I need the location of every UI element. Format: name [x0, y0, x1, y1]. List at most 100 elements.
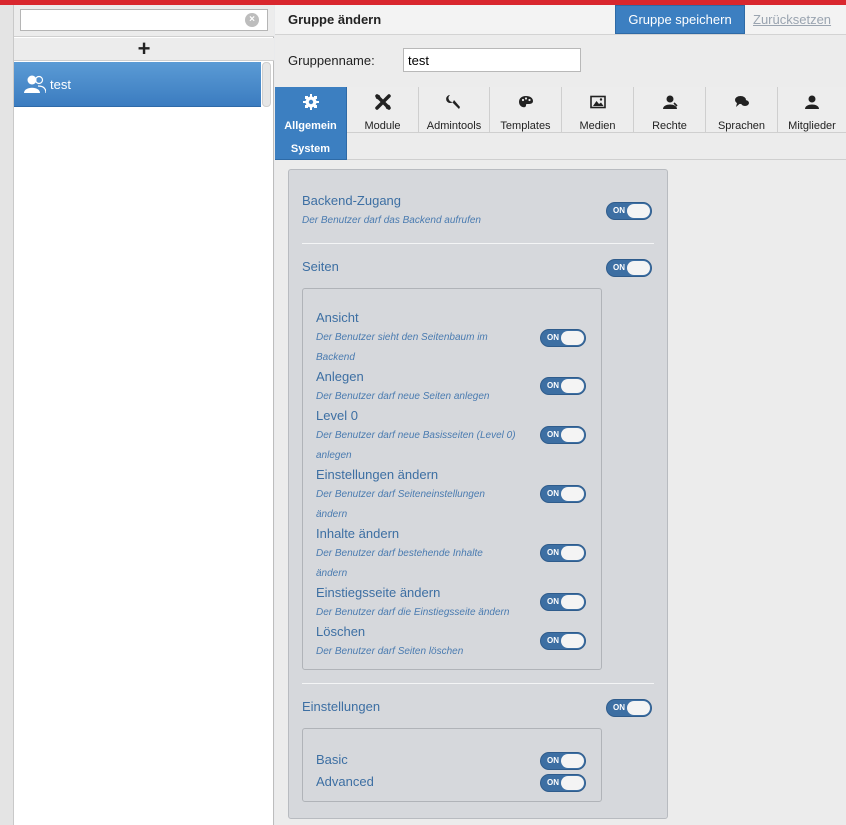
- sidebar-scrollbar[interactable]: [262, 62, 271, 107]
- main-content: Gruppe ändern Gruppe speichern Zurückset…: [275, 5, 846, 825]
- clear-search-icon[interactable]: ×: [245, 13, 259, 27]
- tab-templates[interactable]: Templates: [490, 87, 562, 133]
- tab-label: Allgemein: [284, 120, 337, 132]
- permission-title: Level 0: [316, 408, 358, 423]
- permission-desc: Der Benutzer darf neue Basisseiten (Leve…: [316, 430, 516, 441]
- toggle-knob: [561, 776, 584, 790]
- toggle-knob: [561, 379, 584, 393]
- group-item-label: test: [50, 77, 71, 92]
- toggle-knob: [561, 428, 584, 442]
- tab-label: Mitglieder: [788, 120, 836, 132]
- toggle-on-label: ON: [613, 263, 625, 272]
- tab-module[interactable]: Module: [347, 87, 419, 133]
- permission-title: Löschen: [316, 624, 366, 639]
- toggle-knob: [627, 204, 650, 218]
- tab-admintools[interactable]: Admintools: [419, 87, 490, 133]
- settings-subpanel: Basic ON Advanced ON: [302, 728, 602, 802]
- tab-label: Rechte: [652, 120, 687, 132]
- group-name-label: Gruppenname:: [288, 53, 375, 68]
- pages-subpanel: Ansicht Der Benutzer sieht den Seitenbau…: [302, 288, 602, 670]
- tab-rechte[interactable]: Rechte: [634, 87, 706, 133]
- speech-bubbles-icon: [734, 96, 749, 107]
- toggle-knob: [561, 595, 584, 609]
- add-group-button[interactable]: +: [138, 38, 151, 60]
- permission-startpage-toggle[interactable]: ON: [540, 593, 586, 611]
- tab-label: Admintools: [426, 120, 482, 132]
- left-edge-strip: [0, 5, 14, 825]
- permission-title: Anlegen: [316, 369, 364, 384]
- tab-allgemein[interactable]: Allgemein System: [275, 87, 347, 160]
- toggle-knob: [561, 487, 584, 501]
- toggle-on-label: ON: [547, 430, 559, 439]
- puzzle-icon: [374, 94, 391, 110]
- permission-desc: Der Benutzer darf neue Seiten anlegen: [316, 391, 490, 402]
- settings-basic-toggle[interactable]: ON: [540, 752, 586, 770]
- tab-label: Medien: [579, 120, 616, 132]
- permission-title: Einstiegsseite ändern: [316, 585, 441, 600]
- toggle-on-label: ON: [547, 778, 559, 787]
- section-divider: [302, 243, 654, 244]
- settings-advanced-toggle[interactable]: ON: [540, 774, 586, 792]
- permissions-panel: Backend-Zugang Der Benutzer darf das Bac…: [288, 169, 668, 819]
- tab-mitglieder[interactable]: Mitglieder: [778, 87, 846, 133]
- page-title: Gruppe ändern: [288, 12, 382, 27]
- user-rights-icon: [662, 95, 678, 109]
- tab-sprachen[interactable]: Sprachen: [706, 87, 778, 133]
- toggle-on-label: ON: [547, 756, 559, 765]
- tab-label-secondary: System: [290, 143, 331, 155]
- search-input[interactable]: [20, 9, 268, 31]
- save-group-button[interactable]: Gruppe speichern: [615, 5, 745, 34]
- permission-desc-continued: ändern: [316, 509, 348, 520]
- add-group-row: +: [14, 38, 274, 61]
- tab-bar: Allgemein System Module Admintools Templ…: [275, 87, 846, 160]
- settings-toggle[interactable]: ON: [606, 699, 652, 717]
- tab-label: Sprachen: [717, 120, 766, 132]
- toggle-knob: [561, 634, 584, 648]
- permission-ansicht-toggle[interactable]: ON: [540, 329, 586, 347]
- group-sidebar: × + test: [14, 5, 274, 825]
- permission-anlegen-toggle[interactable]: ON: [540, 377, 586, 395]
- group-name-input[interactable]: [403, 48, 581, 72]
- permission-level0-toggle[interactable]: ON: [540, 426, 586, 444]
- toggle-on-label: ON: [547, 548, 559, 557]
- permission-title: Basic: [316, 752, 348, 767]
- pages-toggle[interactable]: ON: [606, 259, 652, 277]
- permission-desc-continued: Backend: [316, 352, 355, 363]
- toggle-knob: [627, 701, 650, 715]
- toggle-on-label: ON: [547, 489, 559, 498]
- gear-icon: [302, 94, 319, 110]
- permission-title: Advanced: [316, 774, 374, 789]
- permission-desc: Der Benutzer darf Seiten löschen: [316, 646, 464, 657]
- permission-title: Einstellungen ändern: [316, 467, 439, 482]
- users-icon: [24, 75, 46, 94]
- tab-label: Module: [364, 120, 401, 132]
- backend-access-title: Backend-Zugang: [302, 193, 402, 208]
- permission-delete-toggle[interactable]: ON: [540, 632, 586, 650]
- permission-desc: Der Benutzer darf die Einstiegsseite änd…: [316, 607, 510, 618]
- backend-access-toggle[interactable]: ON: [606, 202, 652, 220]
- toggle-knob: [561, 754, 584, 768]
- permission-desc-continued: ändern: [316, 568, 348, 579]
- permission-title: Inhalte ändern: [316, 526, 400, 541]
- permission-content-toggle[interactable]: ON: [540, 544, 586, 562]
- permission-desc-continued: anlegen: [316, 450, 352, 461]
- toggle-knob: [561, 546, 584, 560]
- toggle-on-label: ON: [547, 333, 559, 342]
- palette-icon: [518, 96, 533, 108]
- toggle-knob: [627, 261, 650, 275]
- pages-section-title: Seiten: [302, 259, 339, 274]
- permission-desc: Der Benutzer darf Seiteneinstellungen: [316, 489, 485, 500]
- group-list-item[interactable]: test: [14, 62, 261, 107]
- backend-access-desc: Der Benutzer darf das Backend aufrufen: [302, 215, 481, 226]
- wrench-icon: [446, 95, 460, 109]
- section-divider: [302, 683, 654, 684]
- reset-link[interactable]: Zurücksetzen: [753, 12, 831, 27]
- permission-settings-toggle[interactable]: ON: [540, 485, 586, 503]
- image-icon: [589, 95, 606, 109]
- user-icon: [805, 95, 819, 109]
- tab-label: Templates: [500, 120, 551, 132]
- permission-desc: Der Benutzer darf bestehende Inhalte: [316, 548, 483, 559]
- tab-medien[interactable]: Medien: [562, 87, 634, 133]
- toggle-on-label: ON: [547, 597, 559, 606]
- toggle-on-label: ON: [547, 636, 559, 645]
